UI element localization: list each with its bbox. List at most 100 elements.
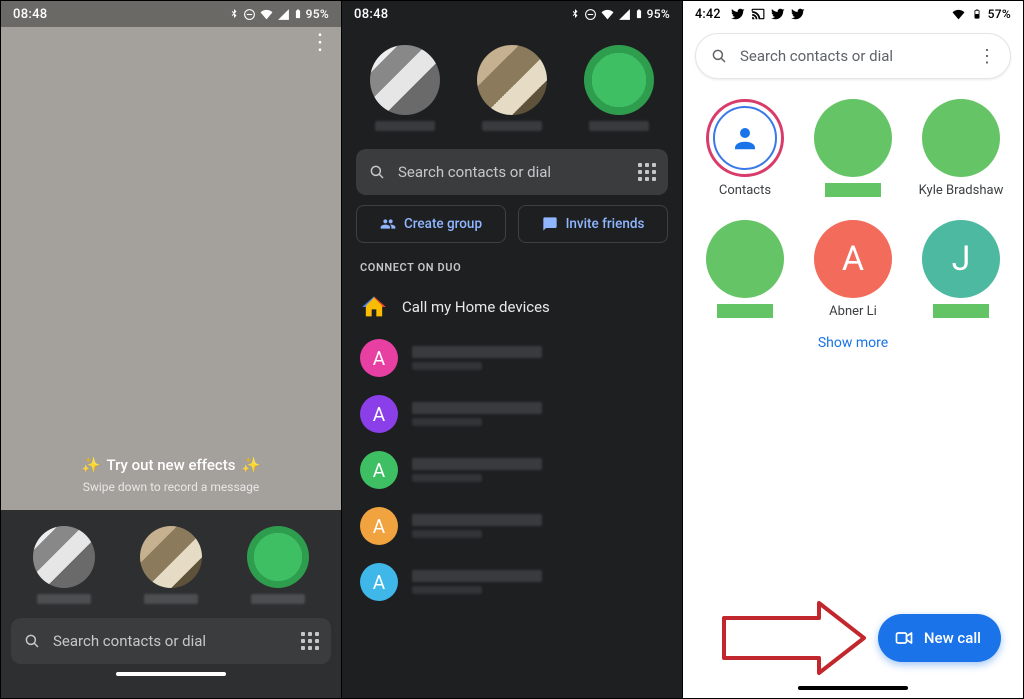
chip-label: Create group bbox=[404, 216, 482, 232]
battery-icon bbox=[293, 7, 303, 21]
status-time: 4:42 bbox=[695, 7, 721, 22]
twitter-icon bbox=[771, 7, 785, 21]
twitter-icon bbox=[791, 7, 805, 21]
contact-label: Abner Li bbox=[829, 304, 877, 319]
avatar-initial: A bbox=[360, 339, 398, 377]
avatar bbox=[247, 526, 309, 588]
fab-label: New call bbox=[924, 629, 981, 647]
contact-sub-redacted bbox=[412, 586, 482, 594]
contact-name-redacted bbox=[412, 458, 542, 470]
recent-contact[interactable] bbox=[126, 526, 215, 604]
show-more-link[interactable]: Show more bbox=[683, 335, 1023, 351]
recent-contact[interactable] bbox=[577, 45, 662, 131]
contact-name-redacted bbox=[717, 304, 773, 318]
avatar-initial: A bbox=[814, 220, 892, 298]
video-icon bbox=[894, 628, 914, 648]
more-icon[interactable]: ⋮ bbox=[978, 46, 996, 67]
chat-icon bbox=[542, 216, 558, 232]
contact-sub-redacted bbox=[412, 362, 482, 370]
battery-percent: 57% bbox=[988, 7, 1011, 21]
contact-name-redacted bbox=[412, 514, 542, 526]
avatar bbox=[922, 99, 1000, 177]
avatar-initial: A bbox=[360, 395, 398, 433]
new-call-fab[interactable]: New call bbox=[878, 614, 1001, 662]
battery-percent: 95% bbox=[647, 7, 670, 21]
effects-banner[interactable]: ✨ Try out new effects ✨ bbox=[82, 456, 260, 474]
recent-contact[interactable] bbox=[362, 45, 447, 131]
contact-tile[interactable] bbox=[693, 220, 797, 319]
contact-name-redacted bbox=[251, 594, 305, 604]
status-bar: 08:48 95% bbox=[342, 1, 682, 27]
search-icon bbox=[23, 632, 41, 650]
dialpad-icon[interactable] bbox=[301, 632, 319, 650]
twitter-icon bbox=[731, 7, 745, 21]
contact-name-redacted bbox=[589, 121, 649, 131]
contact-tile[interactable] bbox=[801, 99, 905, 198]
cast-icon bbox=[751, 7, 765, 21]
contact-tile[interactable]: J bbox=[909, 220, 1013, 319]
dnd-icon bbox=[243, 8, 256, 21]
section-header: CONNECT ON DUO bbox=[360, 261, 664, 274]
gesture-bar[interactable] bbox=[116, 672, 226, 676]
contact-name-redacted bbox=[933, 304, 989, 318]
dnd-icon bbox=[584, 8, 597, 21]
contact-tile[interactable]: A Abner Li bbox=[801, 220, 905, 319]
status-bar: 08:48 95% bbox=[1, 1, 341, 27]
contact-row[interactable]: A bbox=[356, 498, 668, 554]
create-group-button[interactable]: Create group bbox=[356, 205, 506, 243]
avatar bbox=[584, 45, 654, 115]
search-icon bbox=[368, 163, 386, 181]
contact-label: Contacts bbox=[719, 183, 771, 198]
contact-tile[interactable]: Contacts bbox=[693, 99, 797, 198]
bottom-sheet[interactable]: Search contacts or dial bbox=[1, 510, 341, 698]
contact-name-redacted bbox=[825, 183, 881, 197]
wifi-icon bbox=[259, 8, 274, 21]
avatar-initial: A bbox=[360, 451, 398, 489]
signal-icon bbox=[618, 8, 631, 21]
google-home-icon bbox=[360, 293, 388, 321]
contact-name-redacted bbox=[412, 570, 542, 582]
home-devices-item[interactable]: Call my Home devices bbox=[356, 284, 668, 330]
avatar bbox=[370, 45, 440, 115]
search-bar[interactable]: Search contacts or dial bbox=[356, 149, 668, 195]
contact-tile[interactable]: Kyle Bradshaw bbox=[909, 99, 1013, 198]
list-label: Call my Home devices bbox=[402, 298, 550, 316]
effects-title: Try out new effects bbox=[107, 456, 236, 474]
search-bar[interactable]: Search contacts or dial ⋮ bbox=[695, 33, 1011, 79]
panel-contacts-dark: 08:48 95% Search contacts or dial bbox=[342, 1, 683, 698]
recent-contact[interactable] bbox=[234, 526, 323, 604]
search-placeholder: Search contacts or dial bbox=[53, 632, 289, 650]
panel-phone-light: 4:42 57% Search contacts or dial ⋮ Conta… bbox=[683, 1, 1023, 698]
contact-name-redacted bbox=[412, 346, 542, 358]
wifi-icon bbox=[951, 8, 966, 21]
sparkle-icon: ✨ bbox=[82, 456, 101, 474]
recent-contact[interactable] bbox=[469, 45, 554, 131]
avatar bbox=[814, 99, 892, 177]
contact-row[interactable]: A bbox=[356, 554, 668, 610]
gesture-bar[interactable] bbox=[798, 686, 908, 690]
contact-name-redacted bbox=[375, 121, 435, 131]
avatar bbox=[33, 526, 95, 588]
contacts-icon bbox=[706, 99, 784, 177]
more-icon[interactable]: ⋮ bbox=[309, 41, 331, 45]
status-icons: 95% bbox=[228, 7, 329, 21]
contact-row[interactable]: A bbox=[356, 330, 668, 386]
avatar-initial: A bbox=[360, 563, 398, 601]
search-placeholder: Search contacts or dial bbox=[740, 47, 966, 65]
chip-label: Invite friends bbox=[566, 216, 645, 232]
invite-friends-button[interactable]: Invite friends bbox=[518, 205, 668, 243]
avatar-initial: J bbox=[922, 220, 1000, 298]
contact-sub-redacted bbox=[412, 474, 482, 482]
avatar-initial: A bbox=[360, 507, 398, 545]
contact-row[interactable]: A bbox=[356, 442, 668, 498]
recent-contact[interactable] bbox=[19, 526, 108, 604]
status-time: 08:48 bbox=[13, 7, 47, 22]
contact-name-redacted bbox=[412, 402, 542, 414]
contact-row[interactable]: A bbox=[356, 386, 668, 442]
search-icon bbox=[710, 47, 728, 65]
dialpad-icon[interactable] bbox=[638, 163, 656, 181]
annotation-arrow bbox=[719, 598, 869, 678]
bluetooth-icon bbox=[228, 7, 240, 21]
bluetooth-icon bbox=[569, 7, 581, 21]
search-bar[interactable]: Search contacts or dial bbox=[11, 618, 331, 664]
